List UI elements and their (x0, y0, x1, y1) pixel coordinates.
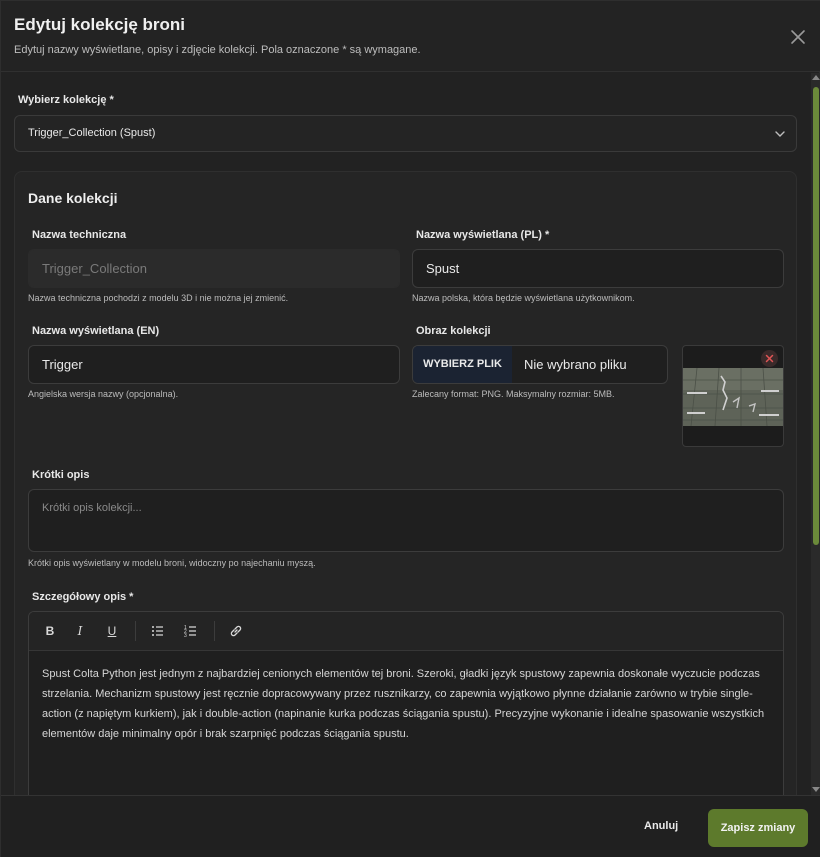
scroll-down-icon[interactable] (812, 787, 820, 792)
technical-name-label: Nazwa techniczna (32, 229, 127, 241)
dialog-title: Edytuj kolekcję broni (14, 15, 185, 34)
save-button[interactable]: Zapisz zmiany (708, 809, 808, 847)
collection-select-value: Trigger_Collection (Spust) (28, 127, 156, 139)
display-name-pl-label: Nazwa wyświetlana (PL) * (416, 229, 550, 241)
scroll-up-icon[interactable] (812, 75, 820, 80)
link-icon[interactable] (227, 622, 245, 640)
short-description-label: Krótki opis (32, 469, 90, 481)
image-file-input[interactable]: WYBIERZ PLIK Nie wybrano pliku (412, 345, 668, 384)
detailed-description-label: Szczegółowy opis * (32, 591, 134, 603)
technical-name-hint: Nazwa techniczna pochodzi z modelu 3D i … (28, 293, 289, 303)
trigger-preview-image (683, 368, 783, 426)
image-hint: Zalecany format: PNG. Maksymalny rozmiar… (412, 389, 615, 399)
close-button[interactable] (787, 26, 809, 48)
choose-file-button[interactable]: WYBIERZ PLIK (413, 346, 512, 383)
file-status: Nie wybrano pliku (524, 357, 627, 372)
rich-text-editor[interactable]: B I U 123 Spust Colta Python jest jednym… (28, 611, 784, 811)
dialog-header: Edytuj kolekcję broni Edytuj nazwy wyświ… (1, 1, 820, 72)
display-name-en-label: Nazwa wyświetlana (EN) (32, 325, 160, 337)
numbered-list-icon[interactable]: 123 (182, 622, 200, 640)
short-description-hint: Krótki opis wyświetlany w modelu broni, … (28, 558, 316, 568)
cancel-button[interactable]: Anuluj (636, 816, 686, 836)
image-label: Obraz kolekcji (416, 325, 491, 337)
dialog-footer: Anuluj Zapisz zmiany (1, 795, 820, 857)
dialog-subtitle: Edytuj nazwy wyświetlane, opisy i zdjęci… (14, 44, 421, 56)
collection-select[interactable]: Trigger_Collection (Spust) (14, 115, 797, 152)
display-name-pl-hint: Nazwa polska, która będzie wyświetlana u… (412, 293, 635, 303)
close-icon (765, 354, 774, 363)
editor-toolbar: B I U 123 (29, 612, 783, 651)
collection-select-label: Wybierz kolekcję * (18, 94, 114, 106)
toolbar-divider (214, 621, 215, 641)
italic-icon[interactable]: I (71, 622, 89, 640)
scrollbar-thumb[interactable] (813, 87, 819, 545)
toolbar-divider (135, 621, 136, 641)
section-title: Dane kolekcji (28, 190, 118, 206)
short-description-input[interactable]: Krótki opis kolekcji... (28, 489, 784, 552)
close-icon (791, 30, 805, 44)
technical-name-input: Trigger_Collection (28, 249, 400, 288)
display-name-en-input[interactable]: Trigger (28, 345, 400, 384)
bold-icon[interactable]: B (41, 622, 59, 640)
underline-icon[interactable]: U (103, 622, 121, 640)
svg-text:3: 3 (184, 633, 187, 639)
bullet-list-icon[interactable] (149, 622, 167, 640)
detailed-description-content[interactable]: Spust Colta Python jest jednym z najbard… (42, 664, 774, 744)
chevron-down-icon (775, 131, 785, 137)
display-name-en-hint: Angielska wersja nazwy (opcjonalna). (28, 389, 179, 399)
display-name-pl-input[interactable]: Spust (412, 249, 784, 288)
remove-image-button[interactable] (761, 350, 778, 367)
edit-collection-dialog: Edytuj kolekcję broni Edytuj nazwy wyświ… (0, 0, 820, 857)
